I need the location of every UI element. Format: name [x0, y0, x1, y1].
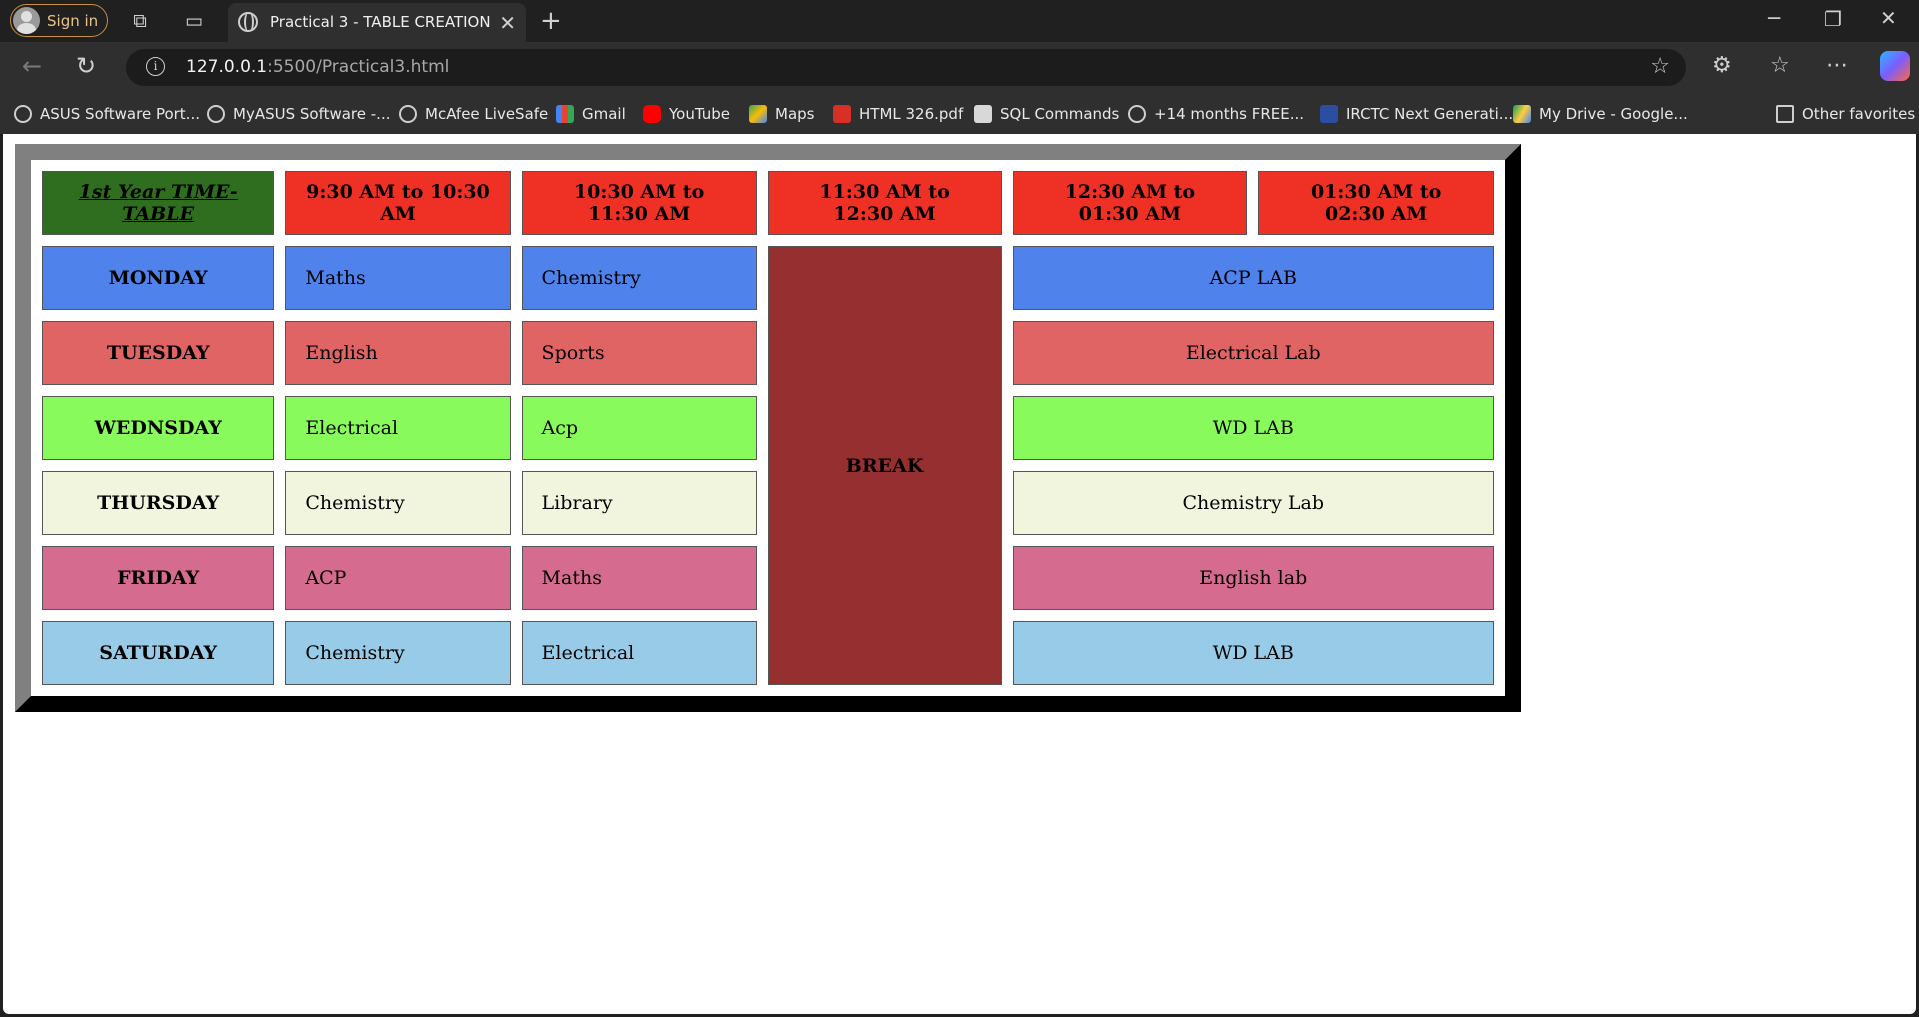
- globe-icon: [14, 105, 32, 123]
- other-favorites-label: Other favorites: [1802, 105, 1916, 123]
- close-tab-icon[interactable]: ✕: [499, 11, 516, 35]
- header-row: 1st Year TIME-TABLE 9:30 AM to 10:30 AM …: [42, 171, 1494, 235]
- maps-icon: [749, 105, 767, 123]
- timetable-title: 1st Year TIME-TABLE: [42, 171, 275, 235]
- url-path: :5500/Practical3.html: [267, 57, 450, 77]
- other-favorites[interactable]: Other favorites: [1776, 102, 1915, 126]
- bookmark-label: HTML 326.pdf: [859, 105, 964, 123]
- day-cell: TUESDAY: [42, 321, 275, 385]
- lab-cell: Chemistry Lab: [1012, 471, 1494, 535]
- drive-icon: [1513, 105, 1531, 123]
- page-viewport: 1st Year TIME-TABLE 9:30 AM to 10:30 AM …: [3, 134, 1916, 1014]
- more-menu-icon[interactable]: ⋯: [1826, 53, 1848, 78]
- extensions-icon[interactable]: ⚙: [1712, 53, 1732, 78]
- irctc-icon: [1320, 105, 1338, 123]
- bookmark-label: Maps: [775, 105, 815, 123]
- subject-cell: Maths: [521, 546, 757, 610]
- close-window-icon[interactable]: ✕: [1880, 6, 1897, 30]
- subject-cell: English: [285, 321, 511, 385]
- sign-in-label: Sign in: [47, 11, 99, 30]
- sign-in-button[interactable]: Sign in: [10, 4, 108, 37]
- bookmark-label: Gmail: [582, 105, 626, 123]
- bookmark-label: McAfee LiveSafe: [425, 105, 549, 123]
- url-host: 127.0.0.1: [186, 57, 268, 77]
- minimize-icon[interactable]: ─: [1768, 6, 1780, 30]
- tab-practical3[interactable]: Practical 3 - TABLE CREATION ✕: [228, 3, 526, 42]
- globe-icon: [399, 105, 417, 123]
- tab-actions-icon[interactable]: ▭: [182, 9, 206, 33]
- bookmark-label: YouTube: [669, 105, 730, 123]
- subject-cell: Sports: [521, 321, 757, 385]
- timetable: 1st Year TIME-TABLE 9:30 AM to 10:30 AM …: [15, 144, 1521, 712]
- bookmark-mcafee[interactable]: McAfee LiveSafe: [399, 102, 548, 126]
- favorites-icon[interactable]: ☆: [1770, 53, 1790, 78]
- lab-cell: ACP LAB: [1012, 246, 1494, 310]
- pdf-icon: [833, 105, 851, 123]
- back-icon[interactable]: ←: [22, 52, 42, 80]
- bookmark-label: My Drive - Google...: [1539, 105, 1688, 123]
- subject-cell: Chemistry: [285, 621, 511, 685]
- copilot-icon[interactable]: [1880, 51, 1910, 81]
- new-tab-icon[interactable]: +: [540, 6, 562, 36]
- url-text: 127.0.0.1:5500/Practical3.html: [186, 57, 449, 77]
- restore-icon[interactable]: ❐: [1824, 7, 1842, 31]
- globe-icon: [207, 105, 225, 123]
- reload-icon[interactable]: ↻: [76, 52, 96, 80]
- subject-cell: Electrical: [285, 396, 511, 460]
- bookmark-asus-software[interactable]: ASUS Software Port...: [14, 102, 200, 126]
- site-info-icon[interactable]: i: [146, 57, 165, 76]
- subject-cell: ACP: [285, 546, 511, 610]
- gmail-icon: [556, 105, 574, 123]
- day-cell: SATURDAY: [42, 621, 275, 685]
- profile-avatar-icon: [13, 7, 40, 34]
- bookmark-maps[interactable]: Maps: [749, 102, 814, 126]
- folder-icon: [1776, 105, 1794, 123]
- slot-header: 01:30 AM to 02:30 AM: [1258, 171, 1494, 235]
- bookmark-youtube[interactable]: YouTube: [643, 102, 730, 126]
- bookmark-my-drive[interactable]: My Drive - Google...: [1513, 102, 1688, 126]
- navigation-toolbar: ← ↻ i 127.0.0.1:5500/Practical3.html ☆ ⚙…: [0, 42, 1919, 94]
- bookmark-label: +14 months FREE...: [1154, 105, 1304, 123]
- slot-header: 10:30 AM to 11:30 AM: [521, 171, 757, 235]
- slot-header: 11:30 AM to 12:30 AM: [767, 171, 1002, 235]
- tab-title: Practical 3 - TABLE CREATION: [270, 13, 491, 31]
- address-bar[interactable]: i 127.0.0.1:5500/Practical3.html ☆: [126, 49, 1686, 86]
- break-cell: BREAK: [767, 246, 1002, 685]
- bookmark-myasus[interactable]: MyASUS Software -...: [207, 102, 390, 126]
- day-cell: FRIDAY: [42, 546, 275, 610]
- slot-header: 9:30 AM to 10:30 AM: [285, 171, 511, 235]
- subject-cell: Acp: [521, 396, 757, 460]
- bookmark-14-months[interactable]: +14 months FREE...: [1128, 102, 1304, 126]
- lab-cell: Electrical Lab: [1012, 321, 1494, 385]
- lab-cell: English lab: [1012, 546, 1494, 610]
- bookmark-sql-commands[interactable]: SQL Commands: [974, 102, 1119, 126]
- subject-cell: Library: [521, 471, 757, 535]
- bookmark-label: SQL Commands: [1000, 105, 1120, 123]
- bookmark-label: IRCTC Next Generati...: [1346, 105, 1514, 123]
- page-icon: [974, 105, 992, 123]
- tab-bar: Sign in ⧉ ▭ Practical 3 - TABLE CREATION…: [0, 0, 1919, 42]
- bookmark-gmail[interactable]: Gmail: [556, 102, 626, 126]
- bookmarks-bar: ASUS Software Port... MyASUS Software -.…: [0, 94, 1919, 134]
- slot-header: 12:30 AM to 01:30 AM: [1012, 171, 1248, 235]
- day-cell: WEDNSDAY: [42, 396, 275, 460]
- table-row: MONDAY Maths Chemistry BREAK ACP LAB: [42, 246, 1494, 685]
- day-cell: MONDAY: [42, 246, 275, 310]
- bookmark-irctc[interactable]: IRCTC Next Generati...: [1320, 102, 1513, 126]
- subject-cell: Chemistry: [521, 246, 757, 310]
- bookmark-label: MyASUS Software -...: [233, 105, 391, 123]
- globe-icon: [1128, 105, 1146, 123]
- subject-cell: Chemistry: [285, 471, 511, 535]
- subject-cell: Maths: [285, 246, 511, 310]
- youtube-icon: [643, 105, 661, 123]
- favorite-star-icon[interactable]: ☆: [1650, 54, 1670, 79]
- bookmark-html-pdf[interactable]: HTML 326.pdf: [833, 102, 963, 126]
- day-cell: THURSDAY: [42, 471, 275, 535]
- subject-cell: Electrical: [521, 621, 757, 685]
- lab-cell: WD LAB: [1012, 621, 1494, 685]
- globe-icon: [238, 12, 258, 32]
- lab-cell: WD LAB: [1012, 396, 1494, 460]
- workspaces-icon[interactable]: ⧉: [128, 9, 152, 33]
- bookmark-label: ASUS Software Port...: [40, 105, 200, 123]
